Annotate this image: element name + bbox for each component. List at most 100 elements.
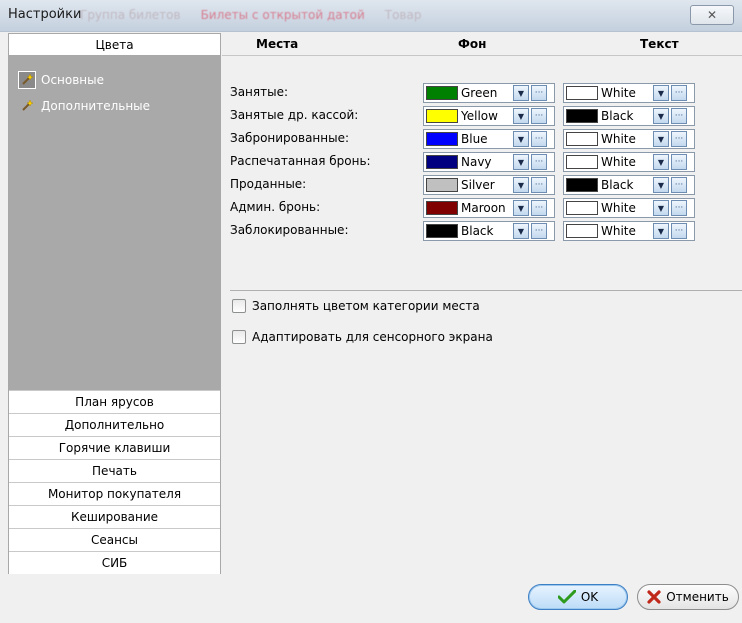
- background-tab: Товар: [384, 8, 422, 22]
- text-color-combo[interactable]: White ▼ ···: [563, 129, 695, 149]
- color-swatch: [426, 155, 458, 169]
- section-additional[interactable]: Дополнительно: [9, 413, 220, 436]
- row-label: Проданные:: [230, 177, 307, 191]
- dropdown-arrow-icon[interactable]: ▼: [653, 154, 669, 170]
- color-row: Проданные: Silver ▼ ··· Black ▼ ···: [230, 173, 742, 196]
- magic-wand-icon: [19, 98, 35, 114]
- color-swatch: [426, 201, 458, 215]
- ellipsis-icon[interactable]: ···: [671, 177, 687, 193]
- text-color-combo[interactable]: White ▼ ···: [563, 221, 695, 241]
- color-name: White: [601, 201, 636, 215]
- color-swatch: [566, 201, 598, 215]
- ellipsis-icon[interactable]: ···: [531, 85, 547, 101]
- text-color-combo[interactable]: White ▼ ···: [563, 83, 695, 103]
- column-header-places: Места: [256, 37, 299, 51]
- dropdown-arrow-icon[interactable]: ▼: [653, 200, 669, 216]
- color-name: White: [601, 132, 636, 146]
- dropdown-arrow-icon[interactable]: ▼: [513, 223, 529, 239]
- ellipsis-icon[interactable]: ···: [671, 154, 687, 170]
- color-row: Занятые др. кассой: Yellow ▼ ··· Black ▼ ···: [230, 104, 742, 127]
- ellipsis-icon[interactable]: ···: [531, 177, 547, 193]
- ellipsis-icon[interactable]: ···: [531, 131, 547, 147]
- text-color-combo[interactable]: Black ▼ ···: [563, 106, 695, 126]
- dropdown-arrow-icon[interactable]: ▼: [653, 85, 669, 101]
- ellipsis-icon[interactable]: ···: [531, 200, 547, 216]
- color-swatch: [566, 178, 598, 192]
- ok-button-label: OK: [580, 590, 599, 604]
- colors-main-panel: Места Фон Текст Занятые: Green ▼ ··· White ▼ ·…: [222, 33, 742, 578]
- fill-category-option[interactable]: Заполнять цветом категории места: [232, 299, 480, 313]
- text-color-combo[interactable]: White ▼ ···: [563, 152, 695, 172]
- dropdown-arrow-icon[interactable]: ▼: [653, 108, 669, 124]
- background-color-combo[interactable]: Green ▼ ···: [423, 83, 555, 103]
- checkmark-icon: [557, 590, 576, 604]
- row-label: Забронированные:: [230, 131, 350, 145]
- ellipsis-icon[interactable]: ···: [531, 108, 547, 124]
- section-hotkeys[interactable]: Горячие клавиши: [9, 436, 220, 459]
- ok-button[interactable]: OK: [528, 584, 628, 610]
- dropdown-arrow-icon[interactable]: ▼: [653, 223, 669, 239]
- tree-item-basic[interactable]: Основные: [18, 71, 104, 89]
- color-name: White: [601, 224, 636, 238]
- touch-adapt-checkbox[interactable]: [232, 330, 246, 344]
- section-sib[interactable]: СИБ: [9, 551, 220, 574]
- background-color-combo[interactable]: Yellow ▼ ···: [423, 106, 555, 126]
- section-caching[interactable]: Кеширование: [9, 505, 220, 528]
- dropdown-arrow-icon[interactable]: ▼: [513, 131, 529, 147]
- color-name: Black: [461, 224, 494, 238]
- background-tab: Билеты с открытой датой: [200, 8, 365, 22]
- background-tabs: Группа билетов Билеты с открытой датой Т…: [80, 8, 421, 26]
- text-color-combo[interactable]: Black ▼ ···: [563, 175, 695, 195]
- header-divider: [222, 55, 742, 56]
- background-color-combo[interactable]: Blue ▼ ···: [423, 129, 555, 149]
- tree-item-additional[interactable]: Дополнительные: [19, 98, 150, 114]
- touch-adapt-option[interactable]: Адаптировать для сенсорного экрана: [232, 330, 493, 344]
- ellipsis-icon[interactable]: ···: [671, 223, 687, 239]
- color-row: Заблокированные: Black ▼ ··· White ▼ ···: [230, 219, 742, 242]
- color-swatch: [426, 109, 458, 123]
- color-swatch: [426, 132, 458, 146]
- color-name: Green: [461, 86, 498, 100]
- dropdown-arrow-icon[interactable]: ▼: [513, 177, 529, 193]
- section-print[interactable]: Печать: [9, 459, 220, 482]
- color-name: Black: [601, 109, 634, 123]
- colors-tree-panel: Основные Дополнительные: [9, 56, 220, 390]
- dropdown-arrow-icon[interactable]: ▼: [513, 108, 529, 124]
- background-color-combo[interactable]: Silver ▼ ···: [423, 175, 555, 195]
- cross-icon: [647, 590, 661, 604]
- ellipsis-icon[interactable]: ···: [671, 131, 687, 147]
- fill-category-checkbox[interactable]: [232, 299, 246, 313]
- section-tier-plan[interactable]: План ярусов: [9, 390, 220, 413]
- section-sessions[interactable]: Сеансы: [9, 528, 220, 551]
- sidebar-header-colors[interactable]: Цвета: [9, 34, 220, 56]
- ellipsis-icon[interactable]: ···: [671, 108, 687, 124]
- ellipsis-icon[interactable]: ···: [671, 85, 687, 101]
- color-row: Распечатанная бронь: Navy ▼ ··· White ▼ ···: [230, 150, 742, 173]
- close-button[interactable]: ✕: [690, 5, 734, 25]
- text-color-combo[interactable]: White ▼ ···: [563, 198, 695, 218]
- close-icon: ✕: [706, 8, 718, 22]
- dropdown-arrow-icon[interactable]: ▼: [653, 177, 669, 193]
- row-label: Занятые:: [230, 85, 289, 99]
- dropdown-arrow-icon[interactable]: ▼: [653, 131, 669, 147]
- ellipsis-icon[interactable]: ···: [531, 223, 547, 239]
- section-customer-monitor[interactable]: Монитор покупателя: [9, 482, 220, 505]
- ellipsis-icon[interactable]: ···: [531, 154, 547, 170]
- magic-wand-icon: [18, 71, 36, 89]
- dropdown-arrow-icon[interactable]: ▼: [513, 200, 529, 216]
- dropdown-arrow-icon[interactable]: ▼: [513, 154, 529, 170]
- color-name: Blue: [461, 132, 488, 146]
- background-color-combo[interactable]: Black ▼ ···: [423, 221, 555, 241]
- ellipsis-icon[interactable]: ···: [671, 200, 687, 216]
- tree-item-label: Дополнительные: [41, 99, 151, 113]
- background-color-combo[interactable]: Navy ▼ ···: [423, 152, 555, 172]
- row-label: Занятые др. кассой:: [230, 108, 359, 122]
- dropdown-arrow-icon[interactable]: ▼: [513, 85, 529, 101]
- fill-category-label: Заполнять цветом категории места: [252, 299, 480, 313]
- cancel-button[interactable]: Отменить: [637, 584, 739, 610]
- color-swatch: [566, 155, 598, 169]
- window-title: Настройки: [8, 7, 82, 22]
- color-name: White: [601, 86, 636, 100]
- background-color-combo[interactable]: Maroon ▼ ···: [423, 198, 555, 218]
- color-row: Админ. бронь: Maroon ▼ ··· White ▼ ···: [230, 196, 742, 219]
